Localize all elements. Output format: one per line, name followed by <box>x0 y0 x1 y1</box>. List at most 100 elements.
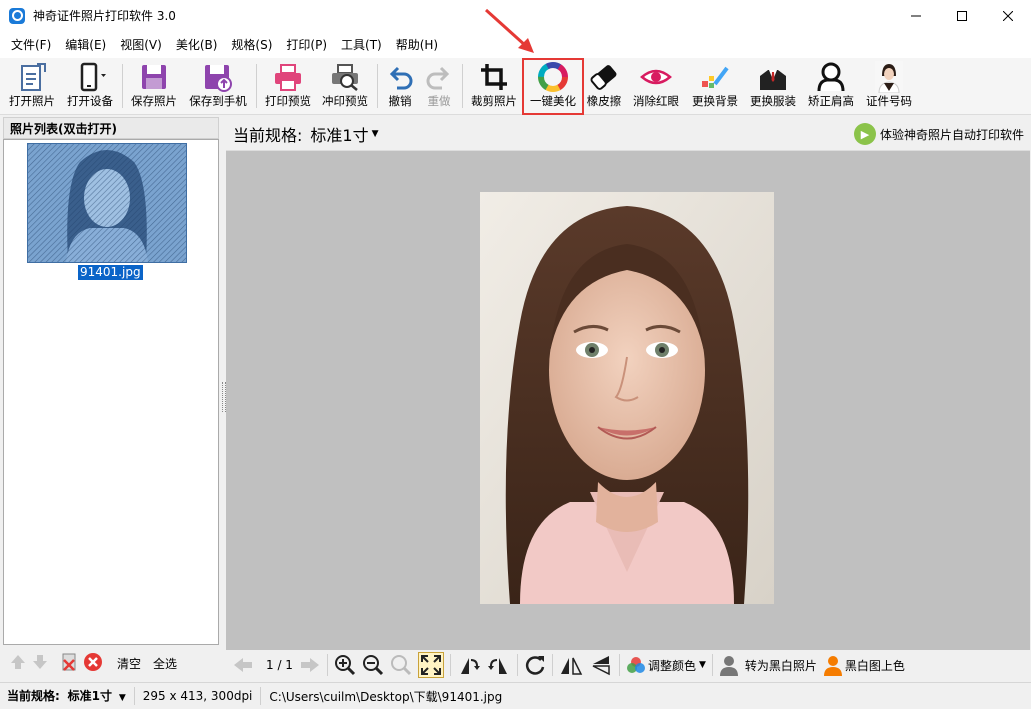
prev-page-icon[interactable] <box>232 656 254 674</box>
annotation-arrow-icon <box>484 8 534 53</box>
zoom-out-icon[interactable] <box>362 654 384 676</box>
color-circles-icon <box>626 657 645 673</box>
one-click-beautify-label: 一键美化 <box>530 94 576 108</box>
flip-horizontal-icon[interactable] <box>559 654 583 676</box>
photo-canvas[interactable] <box>226 151 1030 651</box>
remove-all-icon[interactable] <box>83 652 103 675</box>
status-spec[interactable]: 当前规格: 标准1寸 ▼ <box>7 687 135 705</box>
main-area: 当前规格: 标准1寸 ▼ ▶ 体验神奇照片自动打印软件 1 / 1 调整颜色 ▼… <box>226 117 1030 680</box>
viewer-separator <box>551 654 553 676</box>
colorize-label: 黑白图上色 <box>844 658 905 673</box>
one-click-beautify-button[interactable]: 一键美化 <box>522 58 584 115</box>
status-path: C:\Users\cuilm\Desktop\下载\91401.jpg <box>269 689 503 704</box>
app-logo-icon <box>9 7 25 24</box>
phone-icon <box>73 60 107 94</box>
person-outline-icon <box>815 60 847 94</box>
to-bw-button[interactable]: 转为黑白照片 <box>719 654 817 676</box>
menu-edit[interactable]: 编辑(E) <box>58 36 113 53</box>
print-preview-button[interactable]: 打印预览 <box>261 60 315 114</box>
red-eye-button[interactable]: 消除红眼 <box>628 60 684 114</box>
flip-vertical-icon[interactable] <box>589 654 613 676</box>
redo-button[interactable]: 重做 <box>421 60 457 114</box>
photo-list[interactable]: 91401.jpg <box>3 139 219 645</box>
colorize-button[interactable]: 黑白图上色 <box>823 654 905 676</box>
menu-tools[interactable]: 工具(T) <box>334 36 389 53</box>
open-device-button[interactable]: 打开设备 <box>64 60 116 114</box>
photo-thumbnail[interactable] <box>27 143 187 263</box>
save-photo-button[interactable]: 保存照片 <box>127 60 181 114</box>
chevron-down-icon: ▼ <box>698 660 706 670</box>
thumbnail-filename[interactable]: 91401.jpg <box>78 265 143 280</box>
refresh-icon[interactable] <box>524 654 546 676</box>
save-to-phone-label: 保存到手机 <box>189 94 247 108</box>
minimize-button[interactable] <box>893 0 939 31</box>
fix-shoulder-label: 矫正肩高 <box>808 94 854 108</box>
eraser-button[interactable]: 橡皮擦 <box>584 60 624 114</box>
next-page-icon[interactable] <box>299 656 321 674</box>
chevron-down-icon[interactable]: ▼ <box>372 129 379 139</box>
develop-preview-button[interactable]: 冲印预览 <box>318 60 372 114</box>
change-background-button[interactable]: 更换背景 <box>687 60 743 114</box>
save-to-phone-button[interactable]: 保存到手机 <box>185 60 251 114</box>
to-bw-label: 转为黑白照片 <box>744 658 817 673</box>
spec-dropdown[interactable]: 标准1寸 <box>310 122 368 146</box>
fit-window-icon[interactable] <box>417 652 444 678</box>
zoom-actual-icon[interactable] <box>390 654 412 676</box>
maximize-button[interactable] <box>939 0 985 31</box>
develop-preview-label: 冲印预览 <box>322 94 368 108</box>
viewer-separator <box>618 654 620 676</box>
crop-icon <box>479 60 509 94</box>
save-icon <box>139 60 169 94</box>
viewer-toolbar: 1 / 1 调整颜色 ▼ 转为黑白照片 黑白图上色 <box>226 650 1030 680</box>
eraser-label: 橡皮擦 <box>586 94 622 108</box>
person-orange-icon <box>823 656 842 676</box>
id-number-button[interactable]: 证件号码 <box>862 60 916 114</box>
menu-file[interactable]: 文件(F) <box>4 36 58 53</box>
window-title: 神奇证件照片打印软件 3.0 <box>33 9 176 23</box>
crop-photo-button[interactable]: 裁剪照片 <box>467 60 521 114</box>
move-down-icon[interactable] <box>31 653 49 674</box>
delete-file-icon[interactable] <box>59 652 79 675</box>
portrait-image <box>480 192 774 604</box>
menu-help[interactable]: 帮助(H) <box>389 36 445 53</box>
menu-beautify[interactable]: 美化(B) <box>169 36 225 53</box>
id-number-label: 证件号码 <box>866 94 912 108</box>
print-preview-label: 打印预览 <box>265 94 311 108</box>
menu-view[interactable]: 视图(V) <box>113 36 169 53</box>
zoom-in-icon[interactable] <box>334 654 356 676</box>
toolbar-separator <box>377 64 378 108</box>
redo-label: 重做 <box>427 94 451 108</box>
change-clothes-button[interactable]: 更换服装 <box>745 60 801 114</box>
adjust-color-button[interactable]: 调整颜色 ▼ <box>626 655 706 675</box>
paint-brush-icon <box>699 60 731 94</box>
menu-print[interactable]: 打印(P) <box>279 36 334 53</box>
menu-spec[interactable]: 规格(S) <box>224 36 279 53</box>
spec-label: 当前规格: <box>233 125 303 145</box>
open-photo-label: 打开照片 <box>9 94 55 108</box>
change-background-label: 更换背景 <box>692 94 738 108</box>
promo-link[interactable]: ▶ 体验神奇照片自动打印软件 <box>853 123 1024 145</box>
close-button[interactable] <box>985 0 1031 31</box>
viewer-separator <box>326 654 328 676</box>
open-device-label: 打开设备 <box>67 94 113 108</box>
spec-header: 当前规格: 标准1寸 ▼ ▶ 体验神奇照片自动打印软件 <box>226 117 1030 151</box>
photo-list-panel: 照片列表(双击打开) 91401.jpg 清空 全选 <box>3 117 219 680</box>
clear-button[interactable]: 清空 <box>117 655 141 672</box>
viewer-separator <box>516 654 518 676</box>
open-file-icon <box>17 60 47 94</box>
print-magnify-icon <box>330 60 360 94</box>
move-up-icon[interactable] <box>9 653 27 674</box>
chevron-down-icon: ▼ <box>118 693 126 703</box>
promo-icon: ▶ <box>853 123 876 145</box>
open-photo-button[interactable]: 打开照片 <box>6 60 58 114</box>
photo-list-title: 照片列表(双击打开) <box>3 117 219 139</box>
rotate-left-icon[interactable] <box>457 654 481 676</box>
undo-icon <box>385 60 415 94</box>
select-all-button[interactable]: 全选 <box>153 655 177 672</box>
rotate-right-icon[interactable] <box>487 654 511 676</box>
fix-shoulder-button[interactable]: 矫正肩高 <box>804 60 858 114</box>
redo-icon <box>424 60 454 94</box>
color-wheel-icon <box>536 60 570 94</box>
undo-button[interactable]: 撤销 <box>382 60 418 114</box>
viewer-separator <box>711 654 713 676</box>
